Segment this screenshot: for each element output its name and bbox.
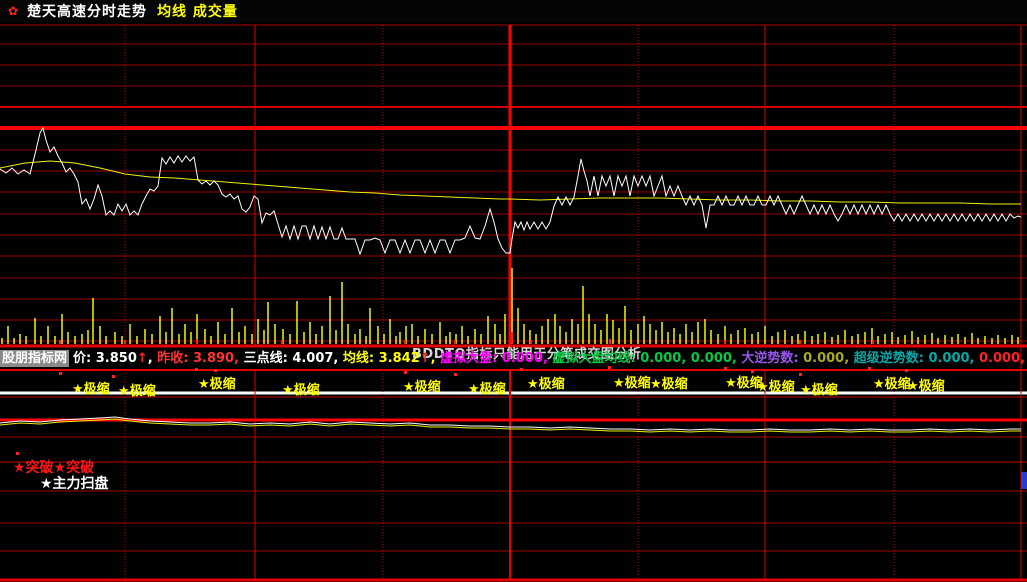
signal-dot (799, 373, 802, 376)
status-segment: 0.000, (928, 351, 980, 366)
signal-dot (520, 368, 523, 371)
signal-dot (751, 370, 754, 373)
status-segment: 3.890, (192, 351, 244, 366)
signal-dot (454, 373, 457, 376)
extreme-shrink-marker: ★极缩 (468, 382, 506, 397)
status-segment: 价: (73, 351, 96, 366)
status-segment: ↑ (136, 351, 148, 366)
status-segment: 4.007, (292, 351, 343, 366)
app-icon: ✿ (8, 4, 19, 18)
status-segment: 3.850 (95, 351, 137, 366)
status-segment: 昨收: (157, 351, 193, 366)
chart-subtitle: 均线 成交量 (157, 4, 238, 20)
extreme-shrink-marker: ★极缩 (527, 377, 565, 392)
status-segment: 虚拟大盘均线: (552, 351, 641, 366)
signal-dot (59, 372, 62, 375)
signal-dot (608, 366, 611, 369)
status-segment: ↑ (419, 351, 431, 366)
signal-dot (724, 367, 727, 370)
extreme-shrink-marker: ★极缩 (282, 383, 320, 398)
main-force-sweep-label: ★主力扫盘 (40, 476, 109, 492)
status-segment: 均线: (342, 351, 379, 366)
signal-dot (214, 369, 217, 372)
status-segment: 0.000, (803, 351, 854, 366)
status-segment: 3.842 (378, 351, 420, 366)
extreme-shrink-marker: ★极缩 (907, 379, 945, 394)
status-segment: 0.000, 0.000, (640, 351, 742, 366)
status-values: 价: 3.850↑, 昨收: 3.890, 三点线: 4.007, 均线: 3.… (73, 351, 1027, 366)
status-segment: 虚拟大盘: (440, 351, 502, 366)
status-segment: , (430, 351, 441, 366)
window-titlebar: ✿ 楚天高速分时走势 均线 成交量 (0, 0, 1027, 22)
status-bar: 股朋指标网 价: 3.850↑, 昨收: 3.890, 三点线: 4.007, 均… (0, 350, 1027, 368)
extreme-shrink-marker: ★极缩 (198, 377, 236, 392)
chart-title: 楚天高速分时走势 (27, 4, 148, 20)
status-segment: 大逆势数: (741, 351, 804, 366)
signal-dot (868, 367, 871, 370)
chart-canvas[interactable] (0, 0, 1027, 582)
status-segment: 超级逆势数: (853, 351, 929, 366)
status-segment: 三点线: (243, 351, 293, 366)
signal-dot (905, 369, 908, 372)
extreme-shrink-marker: ★极缩 (72, 382, 110, 397)
extreme-shrink-marker: ★极缩 (403, 380, 441, 395)
scrollbar-fragment[interactable] (1021, 472, 1027, 489)
signal-dot (195, 368, 198, 371)
extreme-shrink-marker: ★极缩 (613, 376, 651, 391)
extreme-shrink-marker: ★极缩 (873, 377, 911, 392)
extreme-shrink-marker: ★极缩 (800, 383, 838, 398)
status-segment: 0.000, (979, 351, 1027, 366)
signal-dot (16, 452, 19, 455)
extreme-shrink-marker: ★极缩 (650, 377, 688, 392)
extreme-shrink-marker: ★极缩 (757, 380, 795, 395)
signal-dot (404, 371, 407, 374)
extreme-shrink-marker: ★极缩 (118, 384, 156, 399)
status-segment: , (147, 351, 158, 366)
signal-dot (112, 375, 115, 378)
status-segment: 0.000, (501, 351, 553, 366)
site-badge: 股朋指标网 (0, 350, 70, 367)
